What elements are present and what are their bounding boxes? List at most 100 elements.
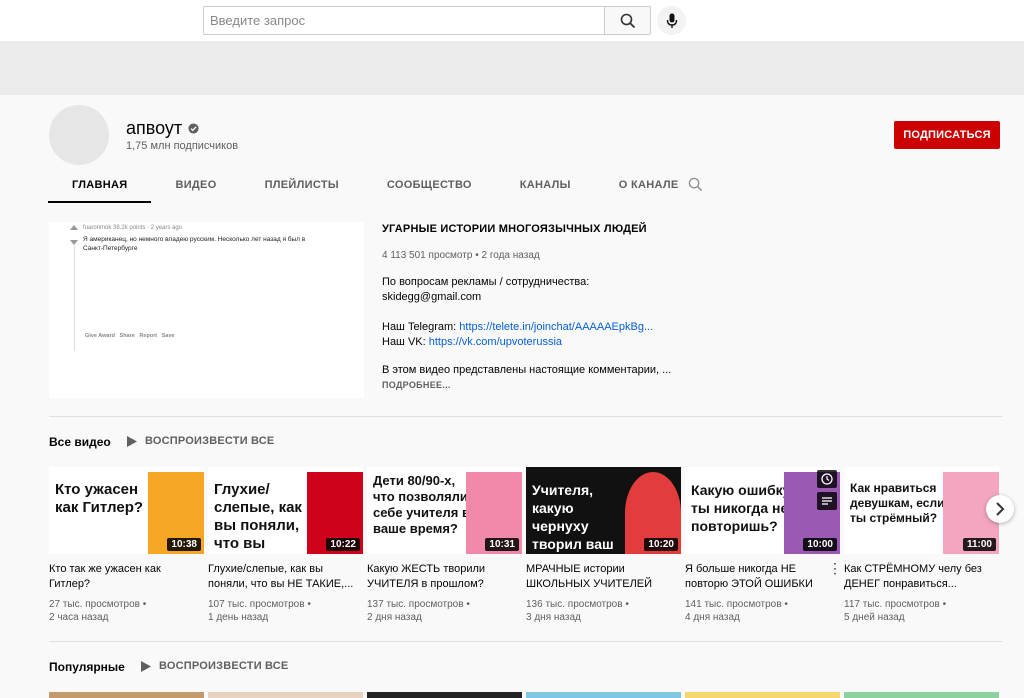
video-card[interactable]: Дети 80/90-х, что позволяли себе учителя…	[367, 467, 522, 624]
tab-home[interactable]: ГЛАВНАЯ	[48, 171, 152, 203]
play-icon	[141, 660, 151, 672]
voice-search-button[interactable]	[657, 6, 686, 35]
tab-videos[interactable]: ВИДЕО	[151, 171, 240, 203]
video-duration: 10:20	[644, 538, 678, 551]
telegram-label: Наш Telegram:	[382, 321, 460, 333]
desc-telegram: Наш Telegram: https://teletе.in/joinchat…	[382, 320, 682, 335]
verified-icon	[188, 123, 199, 134]
featured-video-player[interactable]: fuaronmok 38.2k points · 2 years ago Я а…	[49, 222, 364, 398]
video-views: 136 тыс. просмотров •	[526, 599, 629, 610]
featured-video-meta: 4 113 501 просмотр • 2 года назад	[382, 250, 540, 261]
play-all-popular-button[interactable]: ВОСПРОИЗВЕСТИ ВСЕ	[141, 660, 288, 672]
video-duration: 10:00	[803, 538, 837, 551]
video-duration: 10:31	[485, 538, 519, 551]
desc-line: В этом видео представлены настоящие комм…	[382, 364, 672, 376]
video-title[interactable]: МРАЧНЫЕ истории ШКОЛЬНЫХ УЧИТЕЛЕЙ	[526, 562, 681, 592]
divider	[49, 416, 1002, 417]
thumbnail-text: Дети 80/90-х, что позволяли себе учителя…	[373, 473, 470, 536]
channel-name-row: апвоут	[126, 118, 199, 139]
add-to-queue-button[interactable]	[817, 492, 837, 510]
desc-vk: Наш VK: https://vk.com/upvoterussia	[382, 335, 682, 350]
video-thumbnail[interactable]	[367, 692, 522, 698]
search-icon	[688, 177, 703, 192]
upvote-arrow-icon	[70, 225, 78, 230]
video-meta: 141 тыс. просмотров • 4 дня назад	[685, 598, 840, 624]
section-title-all-videos[interactable]: Все видео	[49, 435, 111, 449]
shelf-next-button[interactable]	[986, 495, 1014, 523]
video-thumbnail[interactable]: Какую ошибку ты никогда не повторишь? 10…	[685, 467, 840, 554]
chevron-right-icon	[996, 502, 1005, 516]
thumb-comment-header: fuaronmok 38.2k points · 2 years ago	[83, 225, 182, 231]
video-duration: 11:00	[962, 538, 996, 551]
channel-header: апвоут 1,75 млн подписчиков ПОДПИСАТЬСЯ …	[0, 95, 1024, 203]
thumbnail-text: Учителя, какую чернуху творил ваш ученик…	[532, 482, 614, 552]
video-meta: 107 тыс. просмотров • 1 день назад	[208, 598, 363, 624]
video-card[interactable]: Учителя, какую чернуху творил ваш ученик…	[526, 467, 681, 624]
video-title[interactable]: Я больше никогда НЕ повторю ЭТОЙ ОШИБКИ	[685, 562, 825, 592]
video-thumbnail[interactable]	[208, 692, 363, 698]
video-thumbnail[interactable]: Дети 80/90-х, что позволяли себе учителя…	[367, 467, 522, 554]
telegram-link[interactable]: https://teletе.in/joinchat/AAAAAEpkBg...	[459, 321, 653, 333]
tab-channels[interactable]: КАНАЛЫ	[496, 171, 595, 203]
video-thumbnail[interactable]: Учителя, какую чернуху творил ваш ученик…	[526, 467, 681, 554]
video-card[interactable]: Как нравиться девушкам, если ты стрёмный…	[844, 467, 999, 624]
tab-about[interactable]: О КАНАЛЕ	[595, 171, 703, 203]
thumb-comment-text: Я американец, но немного владею русским.…	[83, 236, 306, 252]
queue-icon	[822, 497, 832, 505]
video-title[interactable]: Какую ЖЕСТЬ творили УЧИТЕЛЯ в прошлом?	[367, 562, 522, 592]
vk-link[interactable]: https://vk.com/upvoterussia	[429, 336, 562, 348]
video-age: 5 дней назад	[844, 612, 905, 623]
video-card[interactable]: Какую ошибку ты никогда не повторишь? 10…	[685, 467, 840, 624]
channel-tabs: ГЛАВНАЯ ВИДЕО ПЛЕЙЛИСТЫ СООБЩЕСТВО КАНАЛ…	[48, 171, 703, 203]
more-actions-icon[interactable]: ⋮	[828, 560, 842, 577]
search-box	[203, 6, 651, 35]
video-shelf: Кто ужасен как Гитлер? 10:38 Кто так же …	[49, 467, 1002, 627]
channel-avatar[interactable]	[49, 105, 109, 165]
play-icon	[127, 435, 137, 447]
play-all-button[interactable]: ВОСПРОИЗВЕСТИ ВСЕ	[127, 435, 274, 447]
video-age: 1 день назад	[208, 612, 269, 623]
video-age: 4 дня назад	[685, 612, 740, 623]
desc-email: skidegg@gmail.com	[382, 291, 482, 303]
divider	[49, 641, 1002, 642]
tab-community[interactable]: СООБЩЕСТВО	[363, 171, 496, 203]
video-views: 27 тыс. просмотров •	[49, 599, 147, 610]
thumbnail-text: Какую ошибку ты никогда не повторишь?	[691, 482, 791, 534]
vk-label: Наш VK:	[382, 336, 429, 348]
video-card[interactable]: Кто ужасен как Гитлер? 10:38 Кто так же …	[49, 467, 204, 624]
video-title[interactable]: Глухие/слепые, как вы поняли, что вы НЕ …	[208, 562, 363, 592]
video-thumbnail[interactable]	[685, 692, 840, 698]
video-thumbnail[interactable]: Глухие/слепые, как вы поняли, что вы дру…	[208, 467, 363, 554]
video-title[interactable]: Как СТРЁМНОМУ челу без ДЕНЕГ понравиться…	[844, 562, 999, 592]
video-meta: 136 тыс. просмотров • 3 дня назад	[526, 598, 681, 624]
thumb-comment-actions: Give Award Share Report Save	[85, 333, 175, 339]
featured-video-title[interactable]: УГАРНЫЕ ИСТОРИИ МНОГОЯЗЫЧНЫХ ЛЮДЕЙ	[382, 223, 647, 235]
channel-banner	[0, 41, 1024, 95]
clock-icon	[821, 473, 833, 485]
search-input[interactable]	[203, 6, 604, 35]
tab-playlists[interactable]: ПЛЕЙЛИСТЫ	[241, 171, 363, 203]
thumbnail-text: Как нравиться девушкам, если ты стрёмный…	[850, 481, 945, 525]
subscribe-button[interactable]: ПОДПИСАТЬСЯ	[894, 121, 1000, 149]
thumb-comment-user: fuaronmok	[83, 225, 112, 231]
video-card[interactable]: Глухие/слепые, как вы поняли, что вы дру…	[208, 467, 363, 624]
video-thumbnail[interactable]: Кто ужасен как Гитлер? 10:38	[49, 467, 204, 554]
video-title[interactable]: Кто так же ужасен как Гитлер?	[49, 562, 204, 592]
video-thumbnail[interactable]	[49, 692, 204, 698]
video-views: 137 тыс. просмотров •	[367, 599, 470, 610]
search-button[interactable]	[604, 6, 651, 35]
section-title-popular[interactable]: Популярные	[49, 660, 125, 674]
video-thumbnail[interactable]	[844, 692, 999, 698]
channel-search-button[interactable]	[688, 177, 703, 197]
video-views: 107 тыс. просмотров •	[208, 599, 311, 610]
popular-thumbnails-peek	[49, 692, 1002, 698]
video-age: 2 часа назад	[49, 612, 109, 623]
video-views: 141 тыс. просмотров •	[685, 599, 788, 610]
show-more-link[interactable]: ПОДРОБНЕЕ...	[382, 380, 451, 390]
downvote-arrow-icon	[70, 240, 78, 245]
video-thumbnail[interactable]: Как нравиться девушкам, если ты стрёмный…	[844, 467, 999, 554]
video-meta: 117 тыс. просмотров • 5 дней назад	[844, 598, 999, 624]
video-duration: 10:22	[326, 538, 360, 551]
video-thumbnail[interactable]	[526, 692, 681, 698]
watch-later-button[interactable]	[817, 470, 837, 488]
